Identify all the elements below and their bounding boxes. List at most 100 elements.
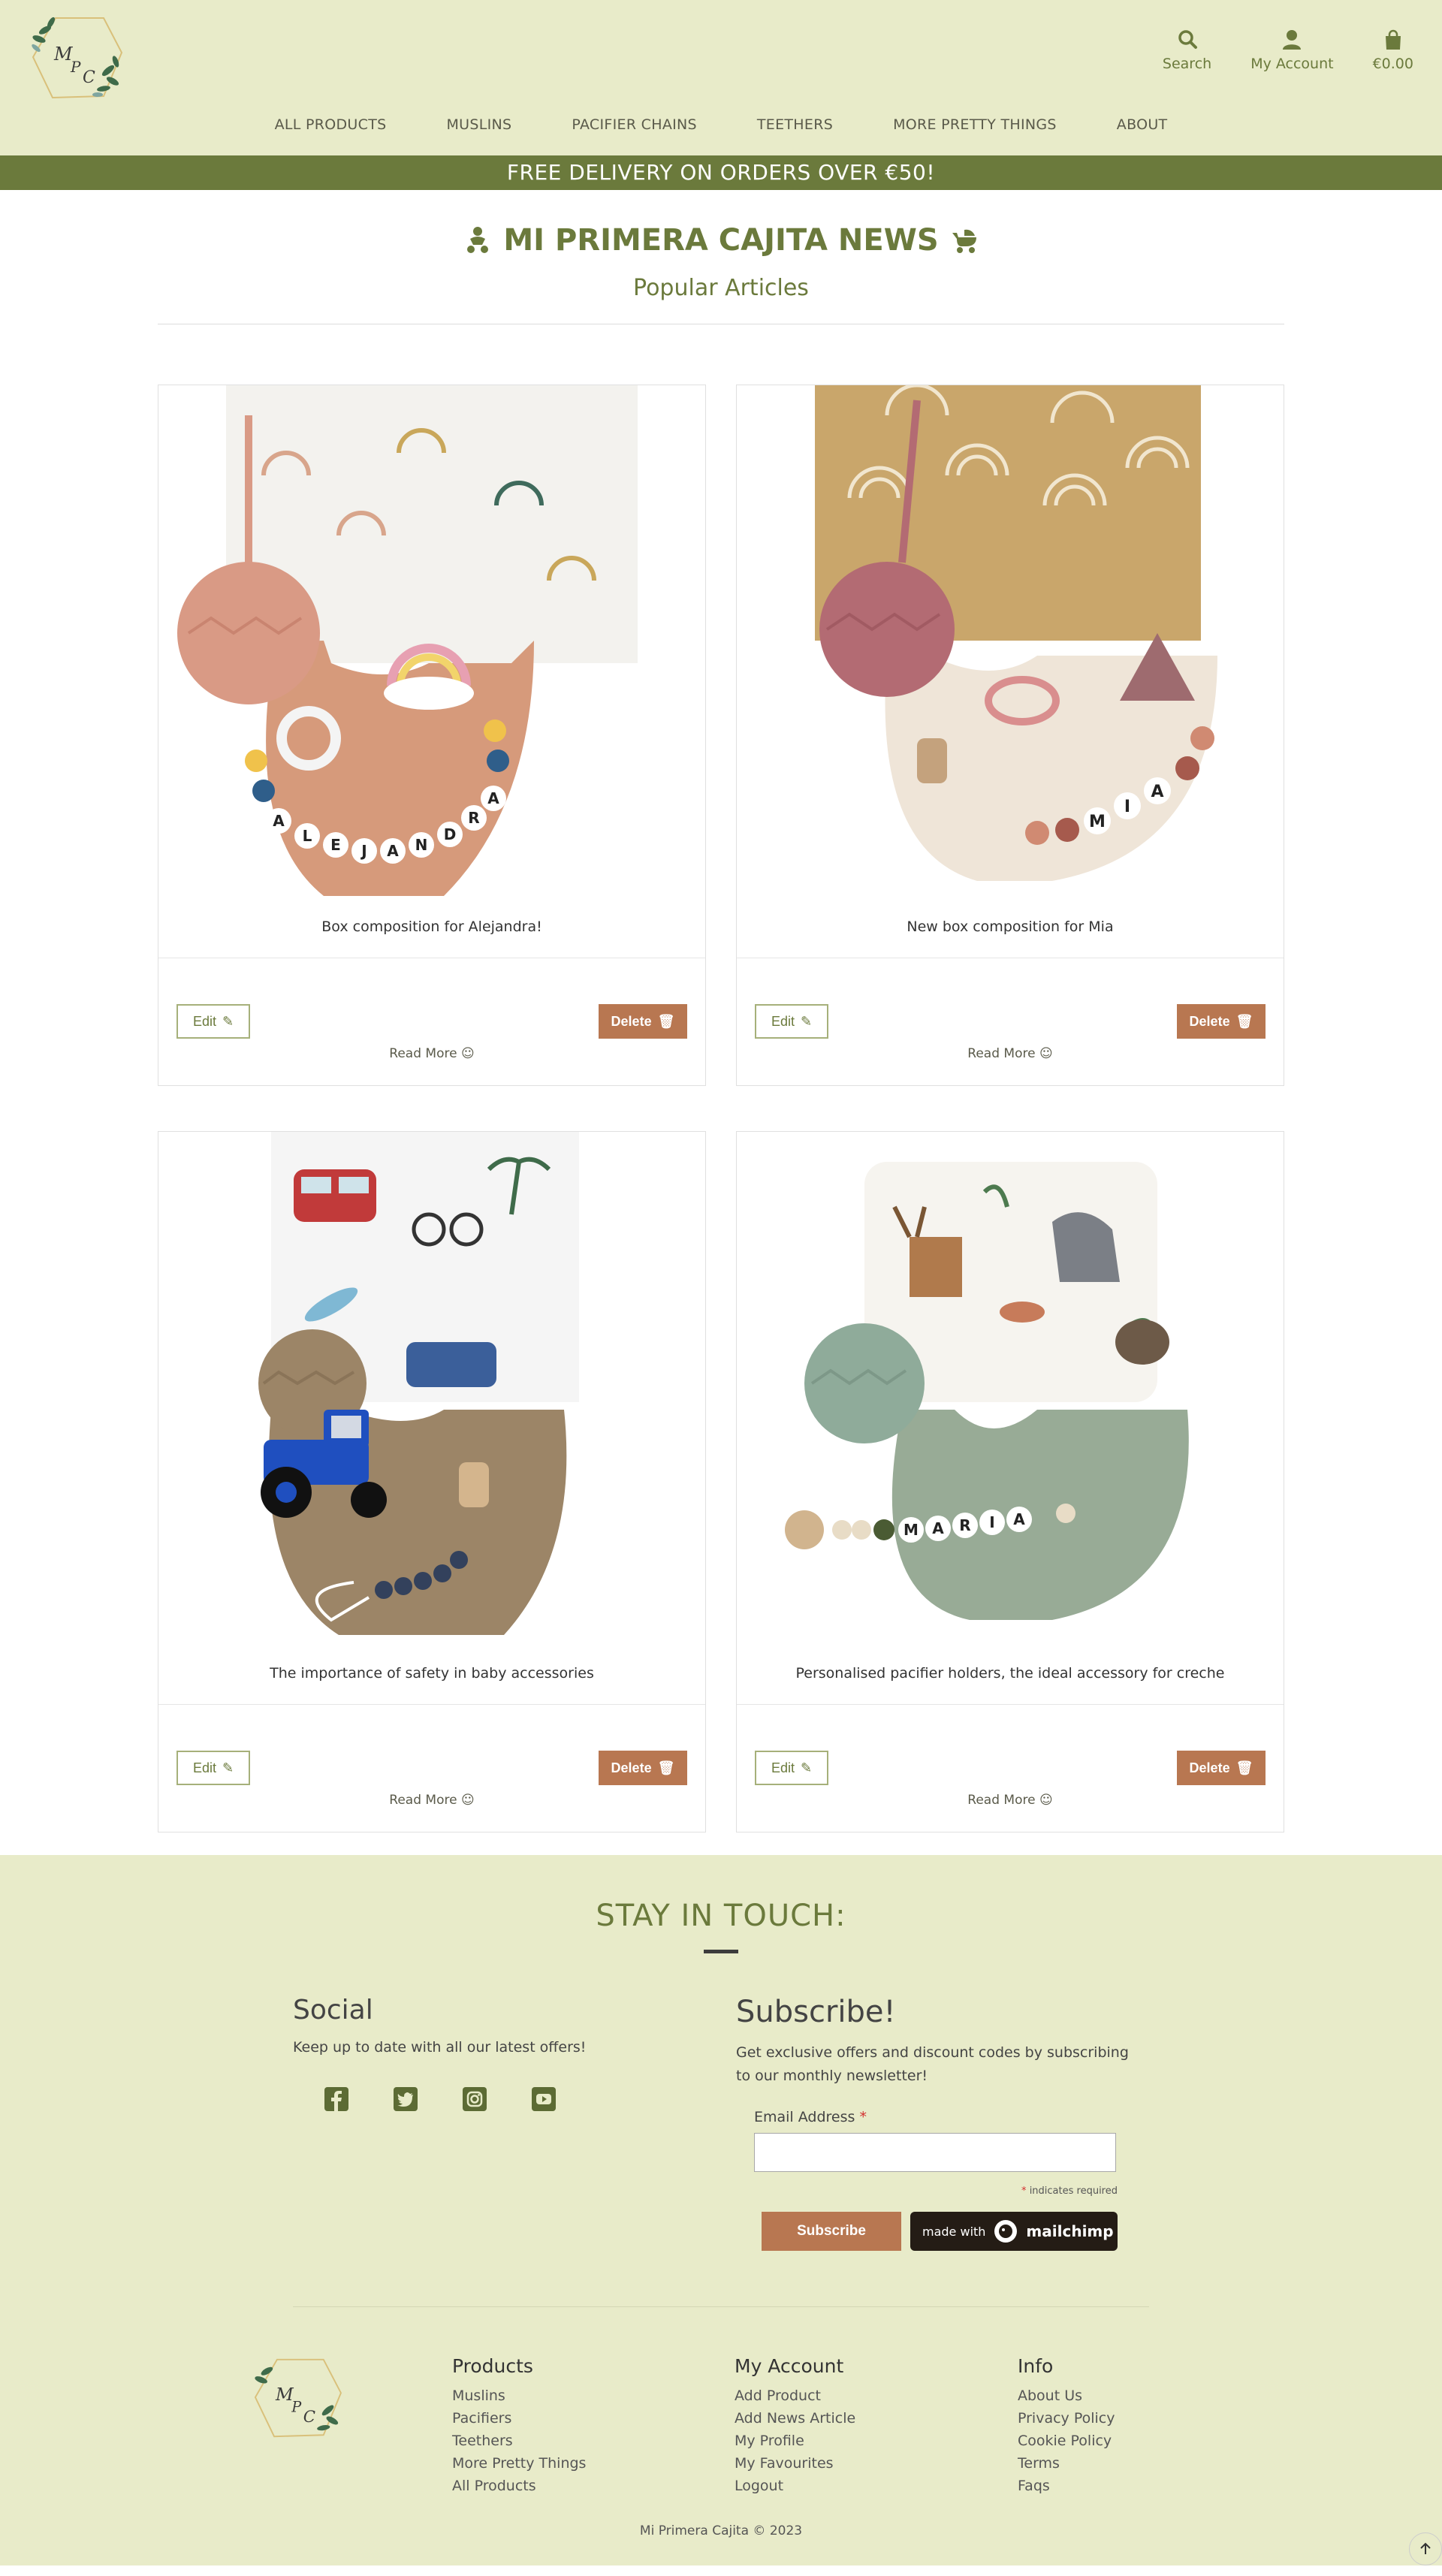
trash-icon: 🗑: [657, 1013, 675, 1029]
footer-column-my-account: My Account Add Product Add News Article …: [735, 2355, 855, 2497]
nav-about[interactable]: ABOUT: [1117, 116, 1168, 133]
subscribe-button[interactable]: Subscribe: [762, 2212, 901, 2251]
footer-link[interactable]: Muslins: [452, 2384, 586, 2407]
mailchimp-badge[interactable]: made with mailchimp: [910, 2212, 1118, 2251]
social-section: Social Keep up to date with all our late…: [293, 1995, 683, 2113]
instagram-icon[interactable]: [461, 2086, 488, 2113]
article-image[interactable]: M I A: [737, 385, 1284, 897]
delete-button[interactable]: Delete 🗑: [1177, 1751, 1266, 1785]
footer-link[interactable]: Teethers: [452, 2430, 586, 2452]
divider: [737, 1704, 1284, 1705]
delete-label: Delete: [1189, 1013, 1230, 1029]
copyright: Mi Primera Cajita © 2023: [639, 2523, 803, 2538]
header-actions: Search My Account €0.00: [1124, 29, 1413, 72]
divider: [293, 2306, 1149, 2307]
nav-more-pretty-things[interactable]: MORE PRETTY THINGS: [893, 116, 1057, 133]
baby-carriage-icon: [952, 229, 976, 253]
svg-text:M: M: [904, 1521, 919, 1539]
subscribe-section: Subscribe! Get exclusive offers and disc…: [736, 1995, 1157, 2251]
user-icon: [1283, 30, 1302, 50]
footer-link[interactable]: Logout: [735, 2475, 855, 2497]
footer-link[interactable]: Terms: [1018, 2452, 1115, 2475]
footer-column-title: Info: [1018, 2355, 1054, 2377]
edit-button[interactable]: Edit ✎: [755, 1004, 828, 1039]
footer-logo[interactable]: M P C: [248, 2355, 345, 2441]
read-more-link[interactable]: Read More ☺: [737, 1046, 1284, 1061]
read-more-link[interactable]: Read More ☺: [158, 1046, 705, 1061]
delete-button[interactable]: Delete 🗑: [599, 1004, 687, 1039]
search-icon: [1178, 30, 1197, 49]
baby-icon: ☺: [460, 1046, 475, 1061]
svg-text:L: L: [303, 827, 312, 845]
edit-button[interactable]: Edit ✎: [176, 1751, 250, 1785]
delete-button[interactable]: Delete 🗑: [1177, 1004, 1266, 1039]
svg-text:A: A: [273, 812, 285, 830]
article-footer: Edit ✎ Delete 🗑 Read More ☺: [158, 958, 705, 1085]
svg-text:C: C: [83, 68, 95, 87]
read-more-link[interactable]: Read More ☺: [158, 1793, 705, 1808]
cart-link[interactable]: €0.00: [1373, 29, 1413, 72]
svg-text:A: A: [387, 842, 399, 860]
site-header: M P C Search My Account €0.00 ALL PRODUC…: [0, 0, 1442, 155]
article-card: A L E J A N D R A Box composition for Al…: [158, 385, 706, 1086]
my-account-link[interactable]: My Account: [1250, 29, 1334, 72]
facebook-icon[interactable]: [323, 2086, 350, 2113]
svg-text:D: D: [444, 825, 457, 843]
footer-link[interactable]: Faqs: [1018, 2475, 1115, 2497]
email-field[interactable]: [754, 2133, 1116, 2172]
footer-link[interactable]: Pacifiers: [452, 2407, 586, 2430]
nav-teethers[interactable]: TEETHERS: [757, 116, 833, 133]
footer-link[interactable]: Cookie Policy: [1018, 2430, 1115, 2452]
article-image[interactable]: [158, 1132, 705, 1644]
article-card: M A R I A Personalised pacifier holders,…: [736, 1131, 1284, 1832]
svg-text:A: A: [1013, 1510, 1025, 1528]
edit-button[interactable]: Edit ✎: [755, 1751, 828, 1785]
footer-link[interactable]: Add Product: [735, 2384, 855, 2407]
back-to-top-button[interactable]: [1409, 2532, 1442, 2565]
nav-muslins[interactable]: MUSLINS: [446, 116, 511, 133]
article-image[interactable]: A L E J A N D R A: [158, 385, 705, 897]
search-link[interactable]: Search: [1163, 29, 1211, 72]
footer-link[interactable]: My Profile: [735, 2430, 855, 2452]
footer-link[interactable]: About Us: [1018, 2384, 1115, 2407]
delete-label: Delete: [1189, 1760, 1230, 1775]
svg-text:J: J: [360, 842, 367, 860]
site-logo[interactable]: M P C: [26, 14, 126, 102]
read-more-label: Read More: [967, 1046, 1036, 1061]
read-more-label: Read More: [389, 1793, 457, 1808]
article-title[interactable]: The importance of safety in baby accesso…: [158, 1665, 705, 1703]
edit-label: Edit: [192, 1760, 216, 1775]
article-title[interactable]: Personalised pacifier holders, the ideal…: [737, 1665, 1284, 1703]
email-label: Email Address *: [754, 2109, 1157, 2125]
footer-link[interactable]: All Products: [452, 2475, 586, 2497]
subscribe-actions: Subscribe made with mailchimp: [762, 2212, 1157, 2251]
nav-all-products[interactable]: ALL PRODUCTS: [275, 116, 387, 133]
pencil-icon: ✎: [222, 1760, 234, 1775]
article-title[interactable]: New box composition for Mia: [737, 918, 1284, 956]
svg-text:N: N: [415, 836, 428, 854]
delete-label: Delete: [611, 1760, 652, 1775]
footer-link[interactable]: Privacy Policy: [1018, 2407, 1115, 2430]
delete-button[interactable]: Delete 🗑: [599, 1751, 687, 1785]
baby-icon: ☺: [460, 1793, 475, 1808]
title-underline: [704, 1950, 738, 1953]
edit-button[interactable]: Edit ✎: [176, 1004, 250, 1039]
footer-column-title: Products: [452, 2355, 533, 2377]
twitter-icon[interactable]: [392, 2086, 419, 2113]
article-image[interactable]: M A R I A: [737, 1132, 1284, 1644]
read-more-link[interactable]: Read More ☺: [737, 1793, 1284, 1808]
article-footer: Edit ✎ Delete 🗑 Read More ☺: [737, 958, 1284, 1085]
article-title[interactable]: Box composition for Alejandra!: [158, 918, 705, 956]
svg-text:E: E: [330, 836, 341, 854]
divider: [158, 1704, 705, 1705]
mailchimp-prefix: made with: [922, 2224, 986, 2239]
shopping-bag-icon: [1385, 29, 1401, 50]
subscribe-text: Get exclusive offers and discount codes …: [736, 2044, 1129, 2084]
svg-text:A: A: [932, 1519, 944, 1537]
youtube-icon[interactable]: [530, 2086, 557, 2113]
footer-column-products: Products Muslins Pacifiers Teethers More…: [452, 2355, 586, 2497]
footer-link[interactable]: More Pretty Things: [452, 2452, 586, 2475]
footer-link[interactable]: Add News Article: [735, 2407, 855, 2430]
nav-pacifier-chains[interactable]: PACIFIER CHAINS: [572, 116, 696, 133]
footer-link[interactable]: My Favourites: [735, 2452, 855, 2475]
